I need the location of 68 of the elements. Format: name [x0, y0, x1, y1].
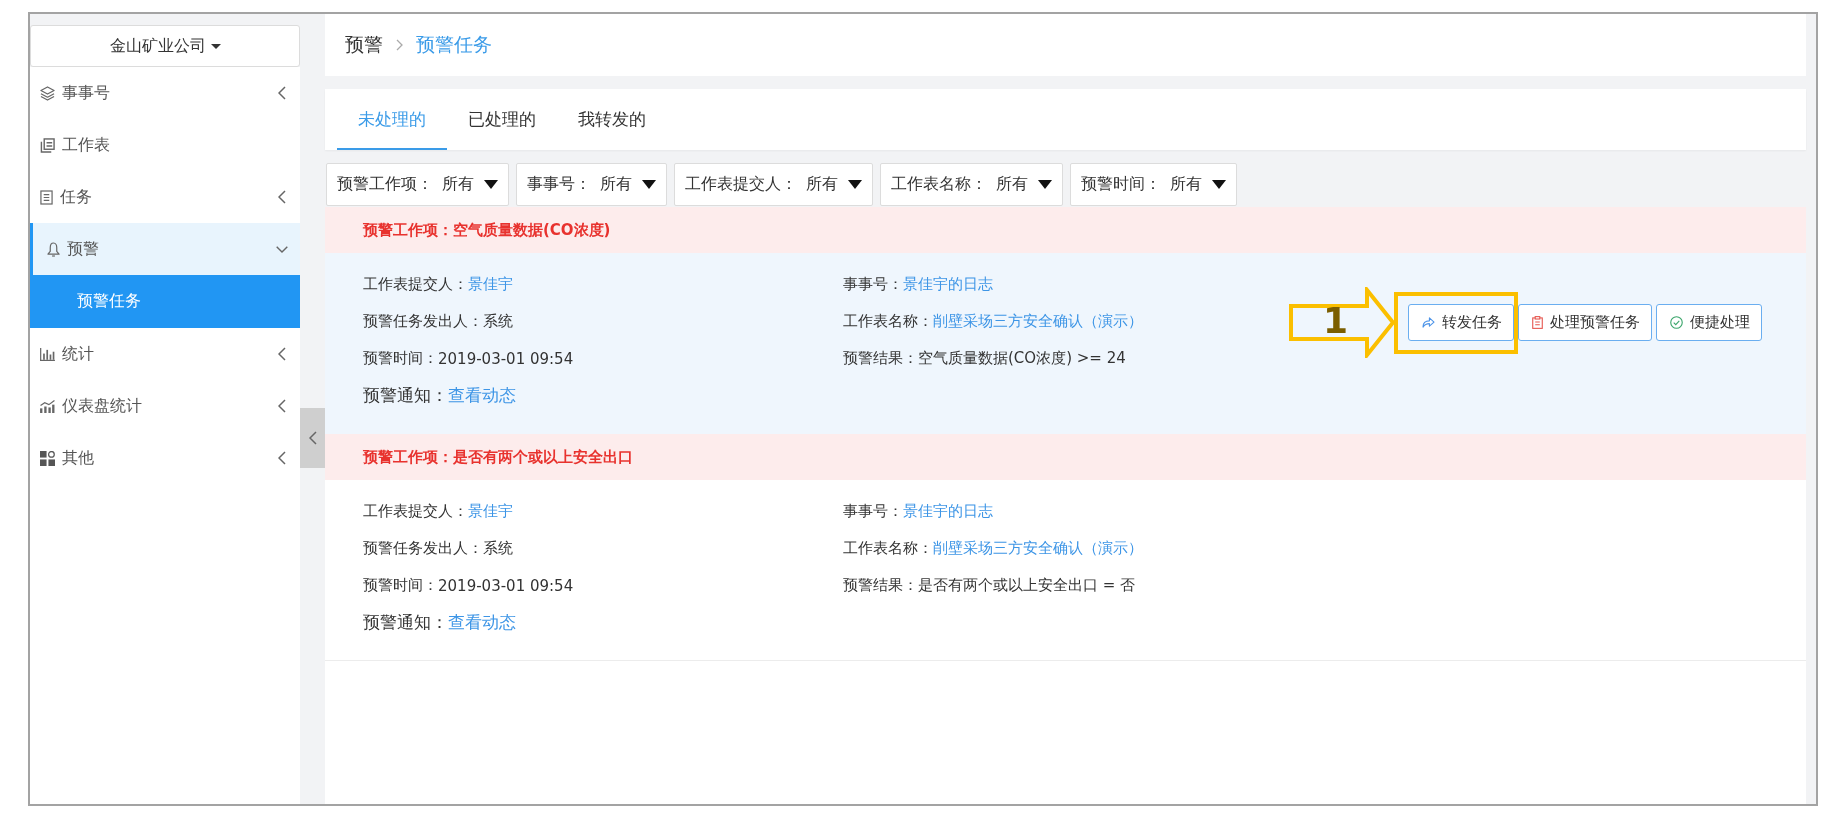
company-selector[interactable]: 金山矿业公司: [30, 25, 300, 67]
field-label: 预警时间：: [363, 349, 438, 368]
layers-icon: [40, 85, 55, 101]
documents-icon: [40, 137, 55, 153]
field-label: 工作表提交人：: [363, 502, 468, 521]
tab[interactable]: 我转发的: [557, 89, 667, 150]
field-label: 预警通知：: [363, 611, 448, 634]
filter-dropdown[interactable]: 工作表提交人： 所有: [674, 163, 874, 206]
field-label: 事事号：: [843, 275, 903, 294]
field-value: 2019-03-01 09:54: [438, 349, 574, 368]
action-button[interactable]: 处理预警任务: [1518, 304, 1652, 341]
check-circle-icon: [1670, 316, 1683, 329]
caret-icon: [642, 180, 657, 189]
caret-icon: [1212, 180, 1227, 189]
sidebar-item[interactable]: 工作表: [30, 119, 300, 171]
filter-dropdown[interactable]: 事事号： 所有: [516, 163, 668, 206]
field-label: 预警任务发出人：: [363, 312, 483, 331]
caret-icon: [210, 43, 221, 49]
field-label: 工作表名称：: [843, 312, 933, 331]
callout-number: 1: [1323, 300, 1349, 342]
field-label: 工作表名称：: [843, 539, 933, 558]
sidebar-item[interactable]: 其他: [30, 432, 300, 484]
bar-chart-icon: [40, 347, 55, 361]
caret-icon: [848, 180, 863, 189]
field-label: 预警通知：: [363, 384, 448, 407]
sidebar-item[interactable]: 任务: [30, 171, 300, 223]
chevron-left-icon: [308, 431, 317, 445]
chevron-right-icon: [396, 39, 403, 51]
sidebar-item[interactable]: 预警: [30, 223, 300, 275]
alert-title: 预警工作项：空气质量数据(CO浓度): [363, 220, 611, 240]
field-value: 2019-03-01 09:54: [438, 576, 574, 595]
chevron-down-icon: [276, 245, 288, 253]
field-label: 工作表提交人：: [363, 275, 468, 294]
filter-dropdown[interactable]: 预警工作项： 所有: [326, 163, 510, 206]
caret-icon: [484, 180, 499, 189]
field-label: 预警任务发出人：: [363, 539, 483, 558]
field-label: 预警结果：: [843, 349, 918, 368]
share-arrow-icon: [1422, 317, 1435, 328]
field-value: 系统: [483, 539, 513, 558]
bell-icon: [47, 241, 60, 257]
clipboard-icon: [1532, 316, 1543, 329]
apps-icon: [40, 450, 55, 466]
filter-dropdown[interactable]: 预警时间： 所有: [1070, 163, 1238, 206]
filter-dropdown[interactable]: 工作表名称： 所有: [880, 163, 1064, 206]
action-button[interactable]: 转发任务: [1408, 304, 1514, 341]
chevron-left-icon: [278, 190, 286, 204]
chevron-left-icon: [278, 451, 286, 465]
chevron-left-icon: [278, 399, 286, 413]
sidebar-item[interactable]: 统计: [30, 328, 300, 380]
field-value: 空气质量数据(CO浓度) >= 24: [918, 349, 1126, 368]
tab[interactable]: 已处理的: [447, 89, 557, 150]
chevron-left-icon: [278, 347, 286, 361]
sidebar-item[interactable]: 事事号: [30, 67, 300, 119]
collapse-button[interactable]: [300, 408, 325, 468]
list-icon: [40, 189, 53, 205]
sidebar-item[interactable]: 仪表盘统计: [30, 380, 300, 432]
alert-title: 预警工作项：是否有两个或以上安全出口: [363, 447, 633, 467]
action-button[interactable]: 便捷处理: [1656, 304, 1762, 341]
field-value: 是否有两个或以上安全出口 = 否: [918, 576, 1136, 595]
breadcrumb-link[interactable]: 预警: [345, 32, 383, 58]
trend-chart-icon: [40, 399, 55, 413]
field-value: 系统: [483, 312, 513, 331]
field-label: 预警时间：: [363, 576, 438, 595]
caret-icon: [1038, 180, 1053, 189]
chevron-left-icon: [278, 86, 286, 100]
field-label: 预警结果：: [843, 576, 918, 595]
field-label: 事事号：: [843, 502, 903, 521]
breadcrumb-current: 预警任务: [416, 32, 492, 57]
